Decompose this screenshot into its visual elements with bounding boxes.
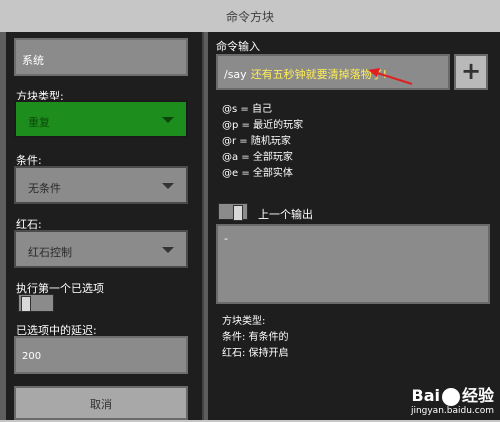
chevron-down-icon	[162, 183, 174, 189]
delay-input[interactable]: 200	[14, 336, 188, 374]
add-command-button[interactable]: +	[454, 54, 488, 90]
annotation-arrow-icon	[368, 68, 413, 85]
redstone-dropdown[interactable]: 红石控制	[14, 230, 188, 268]
redstone-value: 红石控制	[28, 246, 72, 259]
selector-random: @r = 随机玩家	[222, 136, 291, 147]
condition-value: 无条件	[28, 182, 61, 195]
info-condition: 条件: 有条件的	[222, 332, 289, 343]
condition-dropdown[interactable]: 无条件	[14, 166, 188, 204]
selector-self: @s = 自己	[222, 104, 272, 115]
chevron-down-icon	[162, 117, 174, 123]
paw-icon	[441, 387, 460, 406]
selector-nearest: @p = 最近的玩家	[222, 120, 304, 131]
command-input-label: 命令输入	[216, 40, 260, 53]
watermark-url: jingyan.baidu.com	[410, 406, 494, 416]
block-type-dropdown[interactable]: 重复	[14, 100, 188, 138]
cancel-button[interactable]: 取消	[14, 386, 188, 420]
command-prefix: /say	[224, 68, 247, 81]
watermark-brand-left: Bai	[411, 386, 440, 405]
chevron-down-icon	[162, 247, 174, 253]
toggle-knob	[21, 296, 31, 312]
block-type-value: 重复	[28, 116, 50, 129]
info-redstone: 红石: 保持开启	[222, 348, 289, 359]
output-area[interactable]: -	[216, 224, 490, 304]
watermark: Bai 经验 jingyan.baidu.com	[411, 382, 494, 416]
info-block-type: 方块类型:	[222, 316, 266, 327]
exec-first-toggle[interactable]	[18, 294, 54, 312]
selector-all-players: @a = 全部玩家	[222, 152, 293, 163]
selector-all-entities: @e = 全部实体	[222, 168, 293, 179]
block-name-field[interactable]: 系统	[14, 38, 188, 76]
previous-output-toggle[interactable]	[218, 203, 248, 221]
previous-output-label: 上一个输出	[258, 208, 313, 221]
window-title: 命令方块	[225, 10, 274, 24]
watermark-brand-right: 经验	[461, 386, 494, 405]
toggle-knob	[233, 205, 243, 221]
